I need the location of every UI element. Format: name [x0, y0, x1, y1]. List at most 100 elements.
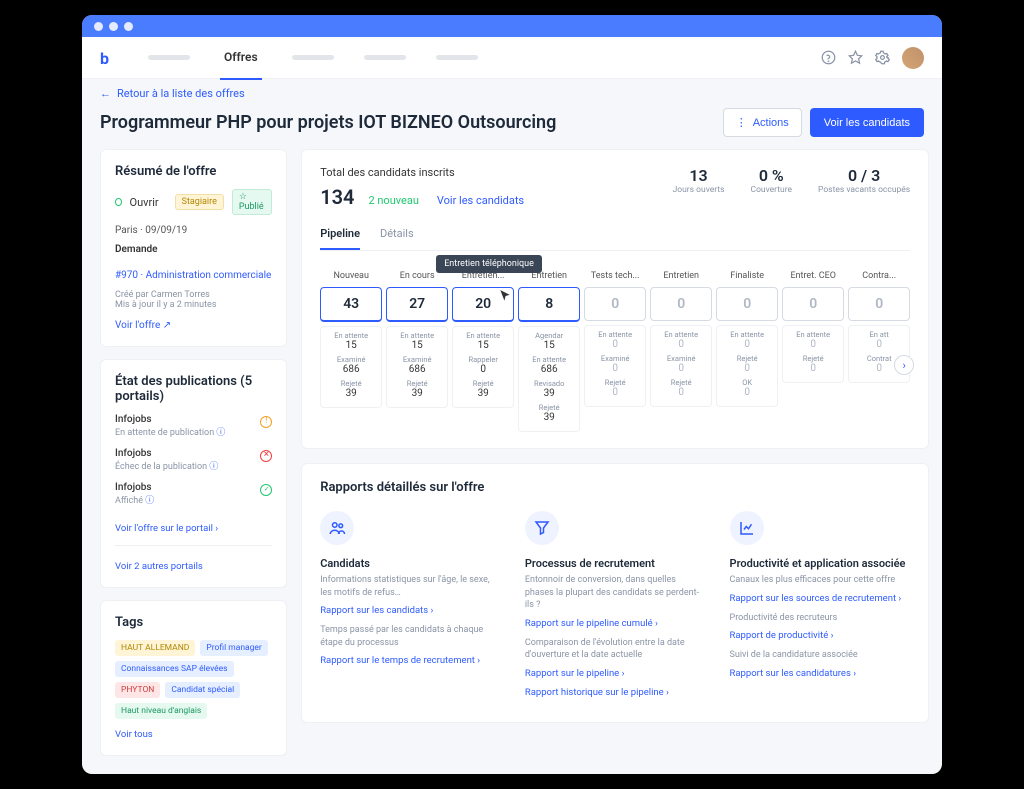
- help-icon[interactable]: [821, 50, 836, 65]
- nav-item-placeholder[interactable]: [292, 55, 334, 60]
- window-close[interactable]: [94, 22, 103, 31]
- tag-chip[interactable]: Candidat spécial: [165, 682, 240, 698]
- report-link[interactable]: Rapport sur les sources de recrutement ›: [730, 593, 911, 604]
- stage-count: 0: [848, 287, 910, 321]
- stage-substats: En attente0Rejeté0OK0: [716, 325, 778, 407]
- substage-value: 15: [519, 340, 579, 351]
- substage-label: Examiné: [651, 354, 711, 363]
- user-avatar[interactable]: [902, 47, 924, 69]
- status-open-icon: [115, 198, 122, 206]
- reports-title: Rapports détaillés sur l'offre: [320, 480, 910, 495]
- tag-chip[interactable]: HAUT ALLEMAND: [115, 640, 195, 656]
- back-link[interactable]: ← Retour à la liste des offres: [82, 79, 942, 104]
- pub-status-text: Affiché ⓘ: [115, 493, 272, 506]
- pipeline-stage[interactable]: Contra... 0 En att0Contrat0: [848, 265, 910, 432]
- report-description: Entonnoir de conversion, dans quelles ph…: [525, 574, 706, 612]
- view-candidates-link[interactable]: Voir les candidats: [437, 194, 524, 207]
- pub-portal-name: Infojobs: [115, 482, 272, 493]
- star-icon[interactable]: [848, 50, 863, 65]
- pipeline-stage[interactable]: Nouveau 43 En attente15Examiné686Rejeté3…: [320, 265, 382, 432]
- pub-status-text: Échec de la publication ⓘ: [115, 459, 272, 472]
- badge-published: ☆ Publié: [232, 189, 272, 215]
- report-description: Canaux les plus efficaces pour cette off…: [730, 574, 911, 587]
- report-link[interactable]: Rapport sur les candidats ›: [320, 605, 501, 616]
- logo[interactable]: b: [100, 49, 118, 67]
- actions-button[interactable]: ⋮ Actions: [723, 108, 802, 137]
- substage-label: Rappeler: [453, 355, 513, 364]
- tab-pipeline[interactable]: Pipeline: [320, 227, 360, 250]
- substage-label: Agendar: [519, 331, 579, 340]
- kpi-value: 0 %: [751, 166, 793, 185]
- stage-substats: Agendar15En attente686Revisado39Rejeté39: [518, 326, 580, 432]
- pipeline-stage[interactable]: Entretien 8 Agendar15En attente686Revisa…: [518, 265, 580, 432]
- demand-link[interactable]: #970 · Administration commerciale: [115, 270, 271, 281]
- window-maximize[interactable]: [124, 22, 133, 31]
- view-offer-link[interactable]: Voir l'offre ↗: [115, 320, 171, 331]
- page-title: Programmeur PHP pour projets IOT BIZNEO …: [100, 112, 556, 133]
- substage-label: Rejeté: [585, 378, 645, 387]
- report-link[interactable]: Rapport sur le pipeline cumulé ›: [525, 618, 706, 629]
- stage-substats: En attente0Examiné0Rejeté0: [584, 325, 646, 407]
- substage-label: Rejeté: [387, 379, 447, 388]
- window-minimize[interactable]: [109, 22, 118, 31]
- tag-chip[interactable]: Haut niveau d'anglais: [115, 703, 207, 719]
- gear-icon[interactable]: [875, 50, 890, 65]
- substage-label: Rejeté: [519, 403, 579, 412]
- stage-name: Finaliste: [716, 265, 778, 287]
- nav-item-placeholder[interactable]: [148, 55, 190, 60]
- substage-value: 0: [651, 339, 711, 350]
- pipeline-stage[interactable]: En cours 27 En attente15Examiné686Rejeté…: [386, 265, 448, 432]
- substage-label: OK: [717, 378, 777, 387]
- substage-value: 0: [717, 387, 777, 398]
- substage-label: Rejeté: [651, 378, 711, 387]
- substage-value: 0: [849, 339, 909, 350]
- view-candidates-button[interactable]: Voir les candidats: [810, 108, 924, 137]
- report-link[interactable]: Rapport sur les candidatures ›: [730, 668, 911, 679]
- tag-chip[interactable]: Profil manager: [200, 640, 267, 656]
- tab-details[interactable]: Détails: [380, 227, 414, 250]
- substage-label: Rejeté: [453, 379, 513, 388]
- nav-item-placeholder[interactable]: [364, 55, 406, 60]
- summary-title: Résumé de l'offre: [115, 164, 272, 179]
- pipeline-stage[interactable]: Finaliste 0 En attente0Rejeté0OK0: [716, 265, 778, 432]
- arrow-left-icon: ←: [100, 87, 111, 100]
- report-link[interactable]: Rapport historique sur le pipeline ›: [525, 687, 706, 698]
- kpi-item: 0 %Couverture: [751, 166, 793, 209]
- substage-label: Examiné: [585, 354, 645, 363]
- substage-label: Rejeté: [783, 354, 843, 363]
- substage-label: En attente: [387, 331, 447, 340]
- stage-count: 0: [716, 287, 778, 321]
- substage-label: Rejeté: [321, 379, 381, 388]
- kpi-item: 13Jours ouverts: [673, 166, 725, 209]
- report-link[interactable]: Rapport de productivité ›: [730, 630, 911, 641]
- report-link[interactable]: Rapport sur le temps de recrutement ›: [320, 655, 501, 666]
- total-candidates-value: 134: [320, 185, 354, 209]
- status-open-label: Ouvrir: [130, 196, 159, 209]
- stage-substats: En attente15Rappeler0Rejeté39: [452, 326, 514, 408]
- report-column: Processus de recrutementEntonnoir de con…: [525, 511, 706, 706]
- view-all-tags-link[interactable]: Voir tous: [115, 729, 153, 740]
- substage-value: 0: [453, 364, 513, 375]
- pipeline-scroll-right[interactable]: ›: [894, 355, 914, 375]
- kpi-label: Couverture: [751, 185, 793, 195]
- nav-item-placeholder[interactable]: [436, 55, 478, 60]
- report-column: CandidatsInformations statistiques sur l…: [320, 511, 501, 706]
- pub-portal-name: Infojobs: [115, 414, 272, 425]
- pipeline-stage[interactable]: Entret. CEO 0 En attente0Rejeté0: [782, 265, 844, 432]
- stage-name: Entret. CEO: [782, 265, 844, 287]
- view-more-portals-link[interactable]: Voir 2 autres portails: [115, 561, 203, 572]
- page-header: Programmeur PHP pour projets IOT BIZNEO …: [82, 104, 942, 149]
- nav-tab-offers[interactable]: Offres: [220, 50, 262, 80]
- view-portal-link[interactable]: Voir l'offre sur le portail ›: [115, 523, 218, 534]
- pipeline-stage[interactable]: Entretien 0 En attente0Examiné0Rejeté0: [650, 265, 712, 432]
- tag-chip[interactable]: PHYTON: [115, 682, 160, 698]
- substage-value: 686: [387, 364, 447, 375]
- pipeline-stage[interactable]: Tests tech... 0 En attente0Examiné0Rejet…: [584, 265, 646, 432]
- pub-status-text: En attente de publication ⓘ: [115, 425, 272, 438]
- substage-value: 39: [321, 388, 381, 399]
- tag-chip[interactable]: Connaissances SAP élevées: [115, 661, 234, 677]
- app-window: b Offres ← Retour à la liste des offres …: [82, 15, 942, 774]
- substage-value: 0: [585, 387, 645, 398]
- top-nav: b Offres: [82, 37, 942, 79]
- report-link[interactable]: Rapport sur le pipeline ›: [525, 668, 706, 679]
